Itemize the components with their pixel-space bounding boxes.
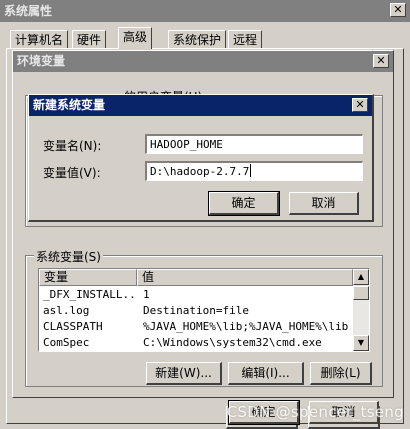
- system-variables-list[interactable]: 变量 值 _DFX_INSTALL... 1 asl.log Destinati…: [38, 268, 370, 352]
- system-variables-label: 系统变量(S): [34, 248, 103, 265]
- close-icon[interactable]: ✕: [390, 3, 406, 17]
- variable-name: CLASSPATH: [43, 320, 103, 333]
- variable-value: %JAVA_HOME%\lib;%JAVA_HOME%\lib...: [143, 320, 351, 333]
- variable-name-field[interactable]: HADOOP_HOME: [145, 134, 363, 154]
- new-variable-ok-button[interactable]: 确定: [208, 191, 280, 216]
- system-properties-titlebar: 系统属性 ✕: [0, 0, 410, 22]
- list-item[interactable]: asl.log Destination=file: [39, 302, 353, 319]
- list-item[interactable]: _DFX_INSTALL... 1: [39, 286, 353, 303]
- variable-name: asl.log: [43, 304, 90, 317]
- new-system-variable-titlebar: 新建系统变量 ✕: [29, 95, 372, 116]
- variable-value: 1: [143, 288, 150, 301]
- tab-advanced[interactable]: 高级: [118, 27, 153, 49]
- delete-variable-button[interactable]: 删除(L): [310, 362, 372, 385]
- scroll-down-arrow-icon[interactable]: ▼: [353, 335, 369, 351]
- close-icon[interactable]: ✕: [352, 98, 368, 112]
- variable-name: ComSpec: [43, 336, 90, 349]
- csdn-watermark: CSDN @spencer_tseng: [226, 403, 404, 421]
- variable-value-field[interactable]: D:\hadoop-2.7.7: [145, 161, 363, 181]
- new-variable-cancel-button[interactable]: 取消: [289, 192, 359, 215]
- environment-variables-titlebar: 环境变量 ✕: [13, 51, 393, 72]
- tab-computer-name[interactable]: 计算机名: [10, 30, 69, 49]
- new-system-variable-title: 新建系统变量: [33, 98, 106, 112]
- tab-system-protection[interactable]: 系统保护: [168, 30, 227, 49]
- list-item[interactable]: CLASSPATH %JAVA_HOME%\lib;%JAVA_HOME%\li…: [39, 318, 353, 335]
- text-caret: [250, 164, 252, 177]
- variable-value: C:\Windows\system32\cmd.exe: [143, 336, 322, 349]
- column-header-variable[interactable]: 变量: [39, 269, 137, 286]
- edit-variable-button[interactable]: 编辑(I)...: [228, 362, 304, 385]
- new-variable-button[interactable]: 新建(W)...: [146, 362, 222, 385]
- variable-name-label: 变量名(N):: [43, 139, 102, 153]
- close-icon[interactable]: ✕: [373, 54, 389, 68]
- tab-hardware[interactable]: 硬件: [72, 30, 107, 49]
- variable-name: _DFX_INSTALL...: [43, 288, 135, 301]
- vertical-scrollbar[interactable]: ▲ ▼: [353, 269, 369, 351]
- system-variables-group: 系统变量(S) 变量 值 _DFX_INSTALL... 1 asl.log D…: [25, 248, 383, 387]
- system-properties-title: 系统属性: [4, 4, 53, 18]
- variable-value: Destination=file: [143, 304, 249, 317]
- new-system-variable-dialog: 新建系统变量 ✕ 变量名(N): HADOOP_HOME 变量值(V): D:\…: [28, 94, 374, 222]
- environment-variables-title: 环境变量: [17, 54, 66, 68]
- scroll-up-arrow-icon[interactable]: ▲: [353, 269, 369, 285]
- column-header-value[interactable]: 值: [137, 269, 353, 286]
- variable-value-label: 变量值(V):: [43, 166, 101, 180]
- tab-remote[interactable]: 远程: [228, 30, 263, 49]
- list-item[interactable]: ComSpec C:\Windows\system32\cmd.exe: [39, 334, 353, 351]
- scrollbar-thumb[interactable]: [353, 286, 369, 300]
